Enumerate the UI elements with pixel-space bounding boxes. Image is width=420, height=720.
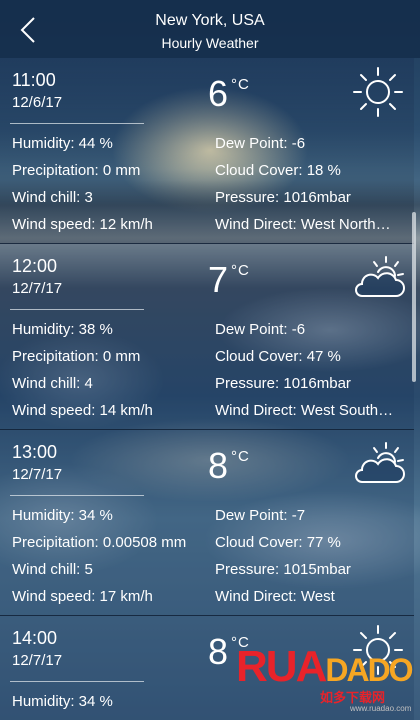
page-subtitle: Hourly Weather — [161, 35, 259, 51]
humidity: Humidity: 34 % — [12, 693, 113, 710]
cloud-cover: Cloud Cover: 77 % — [215, 534, 341, 551]
hour-card[interactable]: 13:00 12/7/17 8 °C Humidity: 34 % Precip… — [0, 430, 414, 616]
hour-time: 13:00 — [12, 442, 58, 462]
hour-card[interactable]: 12:00 12/7/17 7 °C Humidity: 38 % Precip… — [0, 244, 414, 430]
divider — [10, 681, 144, 682]
divider — [10, 123, 144, 124]
temperature: 7 — [208, 259, 229, 300]
hour-time: 11:00 — [12, 70, 56, 90]
wind-chill: Wind chill: 3 — [12, 189, 93, 206]
cloud-cover: Cloud Cover: 18 % — [215, 162, 341, 179]
dew-point: Dew Point: -7 — [215, 507, 306, 524]
scrollbar[interactable] — [412, 212, 416, 382]
humidity: Humidity: 44 % — [12, 135, 113, 152]
temperature-unit: °C — [231, 448, 250, 465]
dew-point: Dew Point: -6 — [215, 135, 306, 152]
hour-date: 12/7/17 — [12, 652, 63, 669]
hour-time: 12:00 — [12, 256, 58, 276]
hour-card[interactable]: 11:00 12/6/17 6 °C Humidity: 44 % Precip… — [0, 58, 414, 244]
precipitation: Precipitation: 0 mm — [12, 162, 141, 179]
wind-direction: Wind Direct: West — [215, 588, 335, 605]
hour-time: 14:00 — [12, 628, 58, 648]
wind-speed: Wind speed: 17 km/h — [12, 588, 153, 605]
pressure: Pressure: 1016mbar — [215, 375, 351, 392]
pressure: Pressure: 1015mbar — [215, 561, 351, 578]
hourly-list[interactable]: 11:00 12/6/17 6 °C Humidity: 44 % Precip… — [0, 58, 420, 720]
wind-chill: Wind chill: 5 — [12, 561, 93, 578]
humidity: Humidity: 38 % — [12, 321, 113, 338]
watermark-url: www.ruadao.com — [350, 704, 412, 713]
wind-speed: Wind speed: 14 km/h — [12, 402, 153, 419]
hour-date: 12/6/17 — [12, 94, 63, 111]
location-title: New York, USA — [155, 12, 265, 29]
watermark-logo: RUADADO 如多下载网 www.ruadao.com — [232, 636, 418, 718]
hour-date: 12/7/17 — [12, 466, 63, 483]
temperature: 8 — [208, 631, 229, 672]
cloud-cover: Cloud Cover: 47 % — [215, 348, 341, 365]
watermark-brand: RUADADO — [236, 642, 414, 691]
wind-chill: Wind chill: 4 — [12, 375, 93, 392]
sun-icon — [348, 64, 408, 120]
temperature: 6 — [208, 73, 229, 114]
temperature-unit: °C — [231, 262, 250, 279]
precipitation: Precipitation: 0.00508 mm — [12, 534, 187, 551]
humidity: Humidity: 34 % — [12, 507, 113, 524]
partly-cloudy-icon — [348, 250, 408, 306]
app-header: New York, USA Hourly Weather — [0, 0, 420, 58]
partly-cloudy-icon — [348, 436, 408, 492]
wind-direction: Wind Direct: West North… — [215, 216, 391, 233]
divider — [10, 309, 144, 310]
wind-direction: Wind Direct: West South… — [215, 402, 394, 419]
dew-point: Dew Point: -6 — [215, 321, 306, 338]
temperature: 8 — [208, 445, 229, 486]
precipitation: Precipitation: 0 mm — [12, 348, 141, 365]
temperature-unit: °C — [231, 76, 250, 93]
wind-speed: Wind speed: 12 km/h — [12, 216, 153, 233]
pressure: Pressure: 1016mbar — [215, 189, 351, 206]
hour-date: 12/7/17 — [12, 280, 63, 297]
divider — [10, 495, 144, 496]
